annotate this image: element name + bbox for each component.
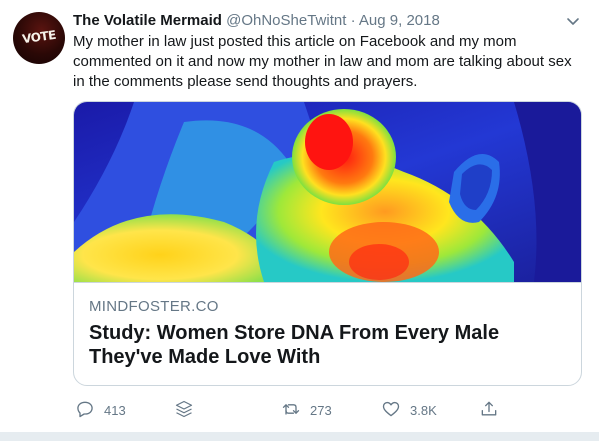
card-title[interactable]: Study: Women Store DNA From Every Male T… xyxy=(89,321,569,369)
stack-icon xyxy=(174,399,194,422)
like-count: 3.8K xyxy=(410,402,437,418)
avatar[interactable]: VOTE xyxy=(13,12,65,64)
reply-count: 413 xyxy=(104,402,126,418)
share-icon xyxy=(479,399,499,422)
card-divider xyxy=(74,282,581,283)
chevron-down-icon[interactable] xyxy=(565,13,581,29)
tweet-date[interactable]: Aug 9, 2018 xyxy=(359,12,440,29)
retweet-count: 273 xyxy=(310,402,332,418)
reply-button[interactable]: 413 xyxy=(75,398,126,422)
tweet-text: My mother in law just posted this articl… xyxy=(73,33,572,90)
user-handle[interactable]: @OhNoSheTwitnt xyxy=(226,12,346,29)
like-button[interactable]: 3.8K xyxy=(381,398,437,422)
tweet[interactable]: VOTE The Volatile Mermaid @OhNoSheTwitnt… xyxy=(0,0,599,441)
tweet-actions: 413 273 3.8K xyxy=(73,398,573,422)
reply-icon xyxy=(75,399,95,422)
share-button[interactable] xyxy=(479,398,499,422)
separator-dot: · xyxy=(350,12,356,29)
tweet-header: The Volatile Mermaid @OhNoSheTwitnt · Au… xyxy=(73,11,440,31)
heart-icon xyxy=(381,399,401,422)
retweet-button[interactable]: 273 xyxy=(281,398,332,422)
stack-button[interactable] xyxy=(174,398,194,422)
retweet-icon xyxy=(281,399,301,422)
display-name[interactable]: The Volatile Mermaid xyxy=(73,12,222,29)
avatar-text: VOTE xyxy=(21,27,57,47)
timeline-separator xyxy=(0,432,599,441)
card-domain: MINDFOSTER.CO xyxy=(89,298,219,315)
link-card[interactable]: MINDFOSTER.CO Study: Women Store DNA Fro… xyxy=(73,101,582,386)
card-thermal-image[interactable] xyxy=(74,102,581,282)
